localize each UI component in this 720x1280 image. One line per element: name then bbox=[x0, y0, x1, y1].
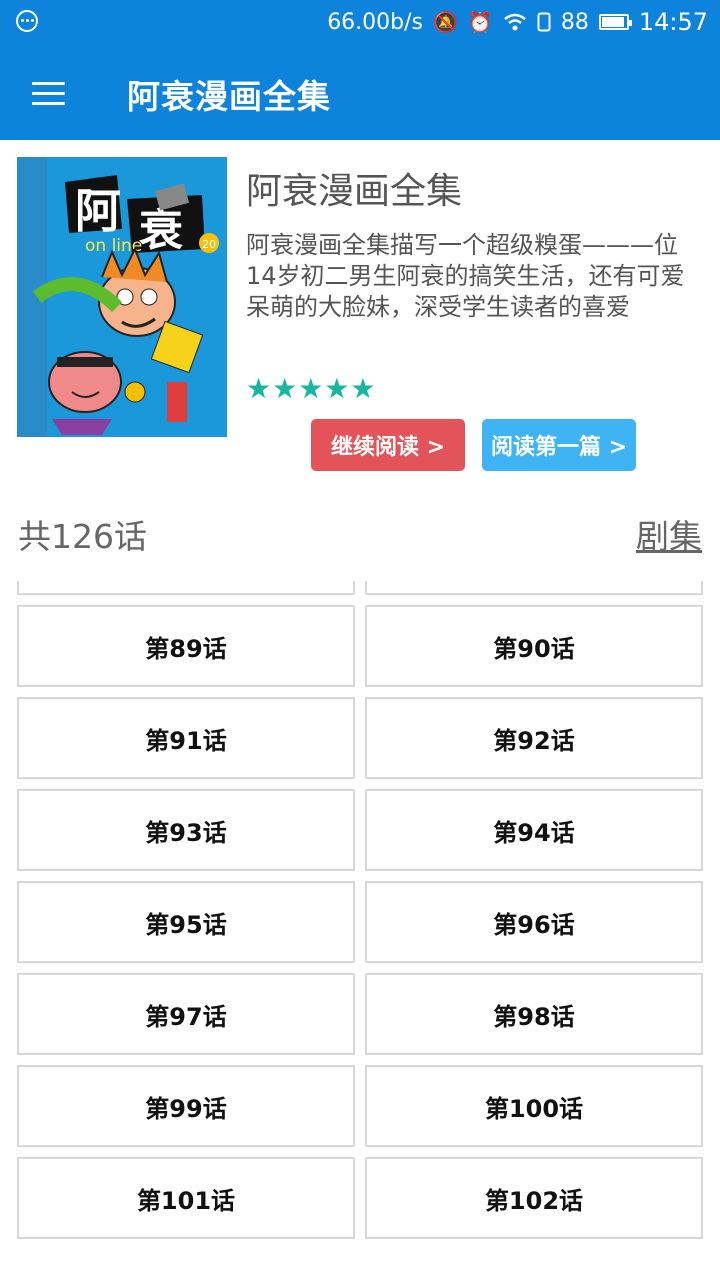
chapter-item[interactable]: 第89话 bbox=[17, 605, 355, 687]
read-first-chapter-button[interactable]: 阅读第一篇 > bbox=[482, 419, 636, 471]
sim-icon bbox=[537, 12, 551, 32]
battery-icon bbox=[598, 14, 632, 30]
hamburger-menu-icon[interactable] bbox=[24, 76, 72, 110]
network-speed: 66.00b/s bbox=[327, 9, 424, 35]
chapter-item[interactable]: 第101话 bbox=[17, 1157, 355, 1239]
rating-stars: ★★★★★ bbox=[246, 372, 377, 405]
mute-icon: 🔕 bbox=[433, 10, 458, 34]
chapter-list[interactable]: 第87话第88话第89话第90话第91话第92话第93话第94话第95话第96话… bbox=[0, 581, 720, 1280]
book-title: 阿衰漫画全集 bbox=[246, 171, 463, 212]
chapter-item[interactable]: 第95话 bbox=[17, 881, 355, 963]
status-bar: 66.00b/s 🔕 ⏰ 88 14:57 bbox=[0, 0, 720, 46]
cover-title-char-1: 阿 bbox=[75, 184, 121, 238]
alarm-icon: ⏰ bbox=[467, 10, 493, 34]
episodes-link[interactable]: 剧集 bbox=[636, 510, 702, 558]
wifi-icon bbox=[504, 13, 526, 31]
chapter-item[interactable]: 第100话 bbox=[365, 1065, 703, 1147]
cover-volume: 20 bbox=[202, 238, 216, 251]
book-description: 阿衰漫画全集描写一个超级糗蛋———位14岁初二男生阿衰的搞笑生活，还有可爱呆萌的… bbox=[246, 231, 685, 321]
notification-icon bbox=[16, 10, 38, 32]
chapter-item[interactable]: 第88话 bbox=[365, 581, 703, 595]
chapter-item[interactable]: 第87话 bbox=[17, 581, 355, 595]
chapter-item[interactable]: 第92话 bbox=[365, 697, 703, 779]
chapter-item[interactable]: 第96话 bbox=[365, 881, 703, 963]
cover-title-char-2: 衰 bbox=[139, 205, 183, 256]
chapter-item[interactable]: 第93话 bbox=[17, 789, 355, 871]
app-bar: 阿衰漫画全集 bbox=[0, 46, 720, 140]
chapter-item[interactable]: 第98话 bbox=[365, 973, 703, 1055]
clock: 14:57 bbox=[638, 8, 708, 36]
continue-reading-button[interactable]: 继续阅读 > bbox=[311, 419, 465, 471]
chapter-count: 共126话 bbox=[18, 517, 147, 556]
chapter-item[interactable]: 第94话 bbox=[365, 789, 703, 871]
chapter-item[interactable]: 第91话 bbox=[17, 697, 355, 779]
chapter-item[interactable]: 第102话 bbox=[365, 1157, 703, 1239]
chapter-item[interactable]: 第97话 bbox=[17, 973, 355, 1055]
app-title: 阿衰漫画全集 bbox=[127, 77, 331, 116]
book-cover: 阿 衰 on line 20 bbox=[17, 157, 227, 437]
chapter-item[interactable]: 第99话 bbox=[17, 1065, 355, 1147]
battery-level: 88 bbox=[560, 9, 589, 35]
chapter-item[interactable]: 第90话 bbox=[365, 605, 703, 687]
